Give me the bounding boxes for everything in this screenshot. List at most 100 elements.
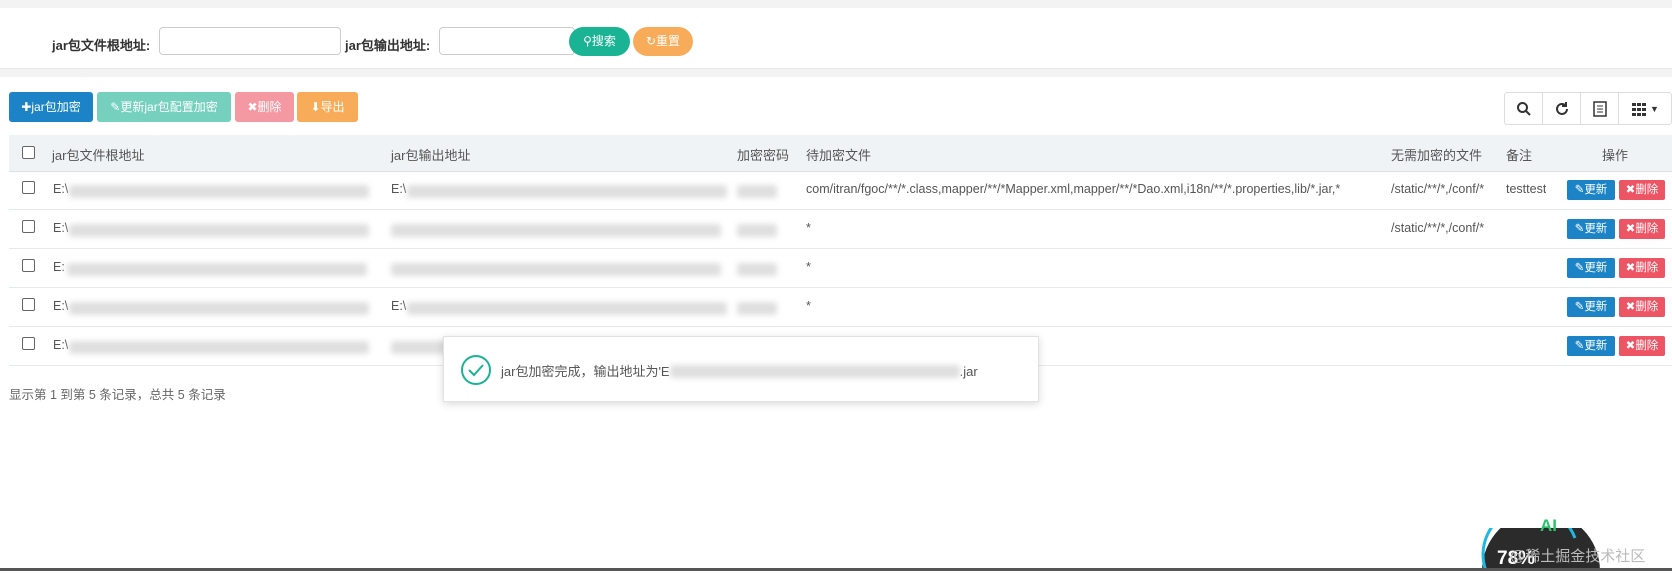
row-checkbox[interactable] (22, 181, 35, 194)
cell-files: * (806, 221, 811, 235)
edit-icon: ✎ (1574, 223, 1585, 235)
row-checkbox[interactable] (22, 298, 35, 311)
table-row: E:\ E:\ * ✎更新 ✖删除 (9, 288, 1672, 327)
redacted-text (69, 341, 369, 354)
cell-root: E:\ (53, 182, 69, 196)
download-icon: ⬇ (310, 100, 321, 114)
reset-button[interactable]: ↻重置 (633, 27, 693, 56)
delete-button[interactable]: ✖删除 (235, 92, 294, 122)
table-row: E:\ E:\ com/itran/fgoc/**/*.class,mapper… (9, 171, 1672, 210)
close-icon: ✖ (1625, 184, 1636, 196)
close-icon: ✖ (1625, 223, 1636, 235)
table-header: jar包文件根地址 jar包输出地址 加密密码 待加密文件 无需加密的文件 备注… (9, 135, 1672, 172)
update-config-button[interactable]: ✎更新jar包配置加密 (97, 92, 231, 122)
edit-icon: ✎ (110, 100, 121, 114)
cell-output: E:\ (391, 182, 407, 196)
redacted-text (391, 224, 721, 237)
redacted-text (69, 302, 369, 315)
col-files: 待加密文件 (806, 148, 872, 163)
close-icon: ✖ (1625, 262, 1636, 274)
row-checkbox[interactable] (22, 259, 35, 272)
cell-files: com/itran/fgoc/**/*.class,mapper/**/*Map… (806, 182, 1341, 196)
col-output-path: jar包输出地址 (391, 148, 471, 163)
table-row: E:\ * /static/**/*,/conf/* ✎更新 ✖删除 (9, 210, 1672, 249)
row-delete-button[interactable]: ✖删除 (1619, 180, 1665, 200)
table-search-button[interactable] (1505, 93, 1543, 124)
toast-message: jar包加密完成，输出地址为'E .jar (501, 364, 978, 379)
watermark: @稀土掘金技术社区 (1510, 548, 1646, 565)
redacted-text (737, 185, 777, 198)
redacted-text (391, 263, 721, 276)
cell-files: * (806, 260, 811, 274)
section-gap (0, 69, 1672, 77)
col-exclude: 无需加密的文件 (1391, 148, 1483, 163)
caret-down-icon: ▼ (1650, 103, 1659, 114)
plus-icon: ✚ (21, 100, 32, 114)
grid-icon (1632, 102, 1647, 116)
success-toast: jar包加密完成，输出地址为'E .jar (443, 336, 1039, 402)
close-icon: ✖ (247, 100, 258, 114)
row-checkbox[interactable] (22, 220, 35, 233)
row-delete-button[interactable]: ✖删除 (1619, 219, 1665, 239)
refresh-icon: ↻ (645, 34, 657, 48)
select-all-checkbox[interactable] (22, 146, 35, 159)
col-actions: 操作 (1602, 148, 1629, 163)
check-circle-icon (461, 355, 491, 385)
row-delete-button[interactable]: ✖删除 (1619, 336, 1665, 356)
root-path-input[interactable] (159, 27, 341, 55)
row-update-button[interactable]: ✎更新 (1567, 297, 1615, 317)
output-path-label: jar包输出地址: (345, 38, 431, 53)
row-update-button[interactable]: ✎更新 (1567, 336, 1615, 356)
row-update-button[interactable]: ✎更新 (1567, 180, 1615, 200)
refresh-icon (1555, 101, 1568, 115)
redacted-text (69, 224, 369, 237)
redacted-text (737, 224, 777, 237)
table-row: E: * ✎更新 ✖删除 (9, 249, 1672, 288)
table-columns-button[interactable]: ▼ (1619, 93, 1671, 124)
cell-files: * (806, 299, 811, 313)
cell-root: E:\ (53, 338, 69, 352)
redacted-text (737, 302, 777, 315)
cell-root: E:\ (53, 221, 69, 235)
redacted-text (69, 185, 369, 198)
table-tools: ▼ (1504, 92, 1672, 125)
col-password: 加密密码 (737, 148, 790, 163)
cell-exclude: /static/**/*,/conf/* (1391, 221, 1485, 235)
close-icon: ✖ (1625, 301, 1636, 313)
top-band (0, 0, 1672, 8)
row-delete-button[interactable]: ✖删除 (1619, 258, 1665, 278)
search-icon: ⚲ (583, 34, 592, 48)
col-note: 备注 (1506, 148, 1533, 163)
edit-icon: ✎ (1574, 301, 1585, 313)
search-button[interactable]: ⚲搜索 (569, 27, 630, 56)
redacted-text (407, 185, 727, 198)
edit-icon: ✎ (1574, 340, 1585, 352)
redacted-text (391, 341, 451, 354)
cell-exclude: /static/**/*,/conf/* (1391, 182, 1485, 196)
row-update-button[interactable]: ✎更新 (1567, 219, 1615, 239)
add-jar-encrypt-button[interactable]: ✚jar包加密 (9, 92, 93, 122)
row-update-button[interactable]: ✎更新 (1567, 258, 1615, 278)
root-path-label: jar包文件根地址: (52, 38, 151, 53)
output-path-input[interactable] (439, 27, 575, 55)
row-checkbox[interactable] (22, 337, 35, 350)
redacted-text (669, 365, 960, 378)
cell-root: E: (53, 260, 65, 274)
redacted-text (407, 302, 727, 315)
edit-icon: ✎ (1574, 262, 1585, 274)
redacted-text (67, 263, 367, 276)
redacted-text (737, 263, 777, 276)
col-root-path: jar包文件根地址 (52, 148, 145, 163)
list-icon (1592, 100, 1607, 117)
export-button[interactable]: ⬇导出 (297, 92, 358, 122)
close-icon: ✖ (1625, 340, 1636, 352)
pagination-summary: 显示第 1 到第 5 条记录，总共 5 条记录 (9, 388, 226, 402)
row-delete-button[interactable]: ✖删除 (1619, 297, 1665, 317)
table-toggle-view-button[interactable] (1581, 93, 1619, 124)
cell-root: E:\ (53, 299, 69, 313)
edit-icon: ✎ (1574, 184, 1585, 196)
search-icon (1516, 101, 1531, 116)
cell-note: testtest (1506, 182, 1547, 196)
table-refresh-button[interactable] (1543, 93, 1581, 124)
cell-output: E:\ (391, 299, 407, 313)
